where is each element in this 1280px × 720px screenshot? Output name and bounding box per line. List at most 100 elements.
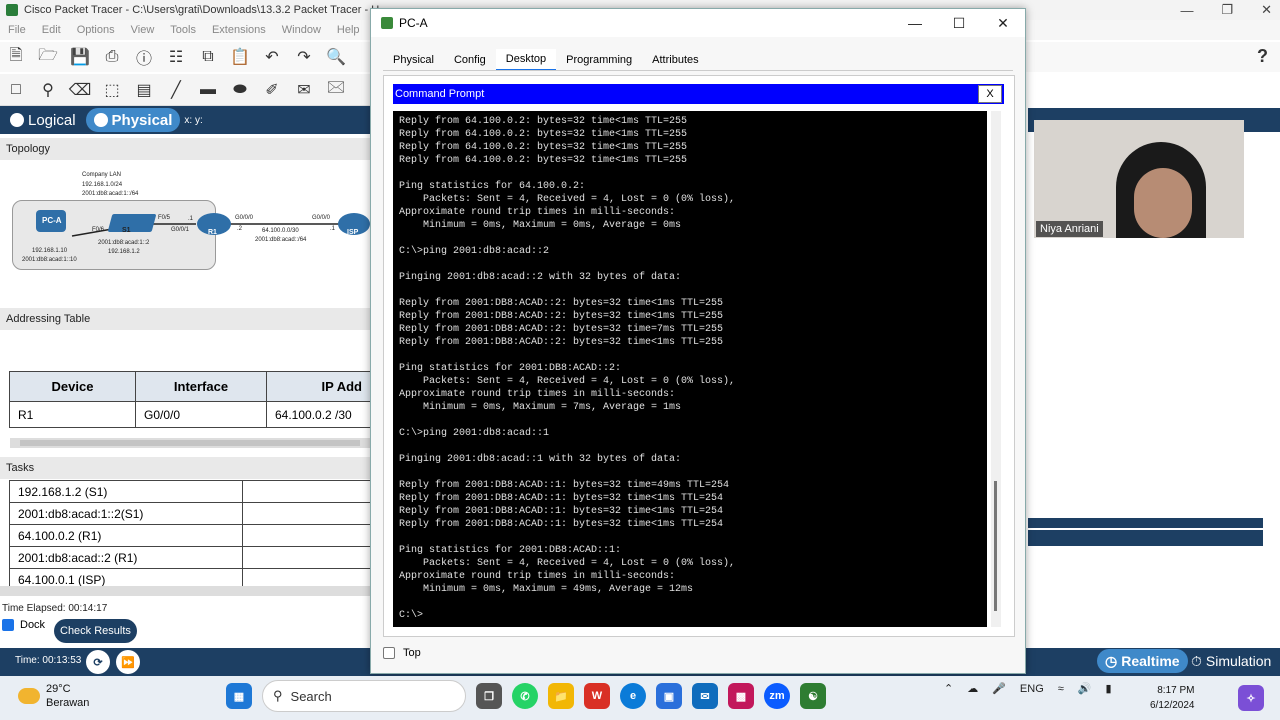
microphone-icon[interactable]: 🎤 <box>992 682 1006 695</box>
packet-tracer-taskbar-icon[interactable]: ☯ <box>800 683 826 709</box>
task-cell: 192.168.1.2 (S1) <box>9 480 243 503</box>
minimize-icon[interactable]: — <box>893 9 937 37</box>
dot1-label-a: .1 <box>188 216 194 222</box>
menu-help[interactable]: Help <box>337 24 360 36</box>
dock-checkbox[interactable] <box>2 619 14 631</box>
taskbar-search[interactable]: ⚲ Search <box>262 680 466 712</box>
wps-office-icon[interactable]: W <box>584 683 610 709</box>
undo-icon[interactable]: ↶ <box>262 47 282 67</box>
help-button[interactable]: ? <box>1257 46 1268 67</box>
col-device: Device <box>9 371 136 402</box>
terminal-scrollbar[interactable] <box>991 111 1001 627</box>
battery-icon[interactable]: ▮ <box>1106 682 1112 695</box>
addressing-scrollbar[interactable] <box>10 438 370 448</box>
task-result-cell <box>242 546 371 569</box>
logical-label: Logical <box>28 111 76 129</box>
task-view-icon[interactable]: ❐ <box>476 683 502 709</box>
clock-time: 8:17 PM <box>1157 685 1195 696</box>
redo-icon[interactable]: ↷ <box>294 47 314 67</box>
simple-pdu-icon[interactable]: ✉ <box>294 80 314 100</box>
dock-toggle[interactable]: Dock <box>2 619 45 631</box>
s1-device[interactable] <box>107 214 157 232</box>
resize-icon[interactable]: ⬚ <box>102 80 122 100</box>
complex-pdu-icon[interactable]: 🖂 <box>326 79 346 100</box>
volume-icon[interactable]: 🔊 <box>1078 682 1092 695</box>
pc-a-ipv6-label: 2001:db8:acad:1::10 <box>22 257 77 263</box>
wifi-icon[interactable]: ≈ <box>1058 683 1064 695</box>
copy-icon[interactable]: ⧉ <box>198 47 218 67</box>
file-explorer-icon[interactable]: 📁 <box>548 683 574 709</box>
tasks-header: Tasks <box>0 457 370 479</box>
chevron-up-icon[interactable]: ⌃ <box>944 682 953 695</box>
menu-view[interactable]: View <box>131 24 155 36</box>
paste-icon[interactable]: 📋 <box>230 47 250 67</box>
weather-widget[interactable]: 29°C Berawan <box>18 682 89 710</box>
check-results-button[interactable]: Check Results <box>54 619 137 643</box>
menu-extensions[interactable]: Extensions <box>212 24 266 36</box>
menu-tools[interactable]: Tools <box>170 24 196 36</box>
simulation-button[interactable]: ⏱ Simulation <box>1187 649 1275 673</box>
cloud-icon[interactable]: ☁ <box>967 682 978 695</box>
realtime-button[interactable]: ◷ Realtime <box>1097 649 1188 673</box>
network-info-icon[interactable]: ☷ <box>166 47 186 67</box>
save-icon[interactable]: 💾 <box>70 47 90 67</box>
rectangle-icon[interactable]: ▬ <box>198 80 218 100</box>
workspace-modebar: Logical Physical x: y: <box>0 106 370 134</box>
logical-mode-button[interactable]: Logical <box>2 108 84 132</box>
close-icon[interactable]: ✕ <box>1261 2 1272 18</box>
topology-header: Topology <box>0 138 370 160</box>
mail-icon[interactable]: ✉ <box>692 683 718 709</box>
freeform-icon[interactable]: ✐ <box>262 80 282 100</box>
tab-config[interactable]: Config <box>444 49 496 71</box>
command-prompt-close-button[interactable]: X <box>978 85 1002 103</box>
info-icon[interactable]: ⓘ <box>134 47 154 68</box>
system-tray: ⌃ ☁ 🎤 ENG ≈ 🔊 ▮ <box>944 682 1112 696</box>
participant-face <box>1134 168 1192 238</box>
tab-desktop[interactable]: Desktop <box>495 49 557 71</box>
fast-forward-icon[interactable]: ⏩ <box>116 650 140 674</box>
dock-label: Dock <box>20 619 46 631</box>
store-icon[interactable]: ▣ <box>656 683 682 709</box>
ellipse-icon[interactable]: ⬬ <box>230 80 250 100</box>
select-icon[interactable]: □ <box>6 80 26 100</box>
power-cycle-icon[interactable]: ⟳ <box>86 650 110 674</box>
apps-icon[interactable]: ▩ <box>728 683 754 709</box>
tab-programming[interactable]: Programming <box>556 49 642 71</box>
windows-start-icon[interactable]: ▦ <box>226 683 252 709</box>
taskbar-clock[interactable]: 8:17 PM 6/12/2024 <box>1150 683 1195 713</box>
top-toggle[interactable]: Top <box>383 647 421 659</box>
tab-divider <box>383 70 1013 71</box>
tab-physical[interactable]: Physical <box>383 49 444 71</box>
scroll-thumb[interactable] <box>20 440 360 446</box>
new-file-icon[interactable]: 🗎 <box>6 47 26 67</box>
pdu-list-bar <box>1028 530 1263 546</box>
terminal-output[interactable]: Reply from 64.100.0.2: bytes=32 time<1ms… <box>393 111 987 627</box>
menu-edit[interactable]: Edit <box>42 24 61 36</box>
zoom-in-icon[interactable]: 🔍 <box>326 47 346 67</box>
close-icon[interactable]: ✕ <box>981 9 1025 37</box>
print-icon[interactable]: ⎙ <box>102 47 122 67</box>
menu-options[interactable]: Options <box>77 24 115 36</box>
physical-mode-button[interactable]: Physical <box>85 108 181 132</box>
wan-ipv4-label: 64.100.0.0/30 <box>262 228 299 234</box>
whatsapp-icon[interactable]: ✆ <box>512 683 538 709</box>
minimize-icon[interactable]: — <box>1180 3 1193 18</box>
inspect-icon[interactable]: ⚲ <box>38 80 58 100</box>
language-indicator[interactable]: ENG <box>1020 683 1044 695</box>
restore-icon[interactable]: ❐ <box>1221 2 1233 18</box>
copilot-icon[interactable]: ✧ <box>1238 685 1264 711</box>
menu-file[interactable]: File <box>8 24 26 36</box>
zoom-icon[interactable]: zm <box>764 683 790 709</box>
menu-window[interactable]: Window <box>282 24 321 36</box>
maximize-icon[interactable]: ☐ <box>937 9 981 37</box>
draw-line-icon[interactable]: ╱ <box>166 80 186 100</box>
open-folder-icon[interactable]: 🗁 <box>38 47 58 67</box>
tab-attributes[interactable]: Attributes <box>642 49 708 71</box>
s1-label: S1 <box>122 227 131 234</box>
note-icon[interactable]: ▤ <box>134 80 154 100</box>
tasks-scrollbar[interactable] <box>0 586 370 596</box>
delete-icon[interactable]: ⌫ <box>69 80 92 100</box>
top-checkbox[interactable] <box>383 647 395 659</box>
edge-icon[interactable]: e <box>620 683 646 709</box>
terminal-scroll-thumb[interactable] <box>994 481 997 611</box>
